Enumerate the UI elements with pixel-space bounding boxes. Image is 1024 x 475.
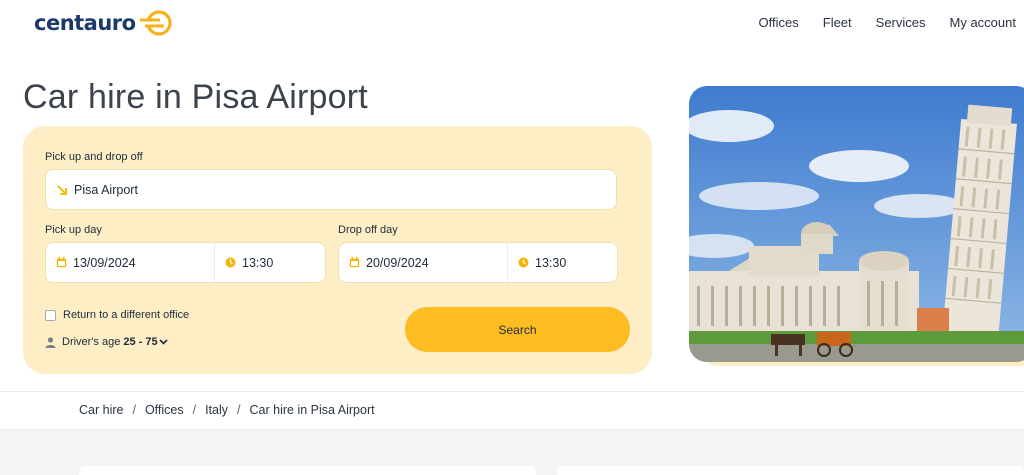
pisa-illustration — [689, 86, 1024, 362]
content-panel-left — [79, 466, 536, 475]
breadcrumb-italy[interactable]: Italy — [205, 403, 228, 417]
calendar-icon — [349, 257, 360, 268]
age-value: 25 - 75 — [123, 336, 158, 348]
location-field[interactable]: Pisa Airport — [45, 169, 617, 210]
breadcrumb-separator: / — [237, 403, 241, 417]
arrow-down-right-icon — [56, 184, 68, 196]
dropoff-time-field[interactable]: 13:30 — [507, 243, 617, 282]
nav-offices[interactable]: Offices — [759, 15, 799, 30]
content-panel-right — [557, 466, 1024, 475]
dropoff-date-field[interactable]: 20/09/2024 — [339, 243, 507, 282]
breadcrumb: Car hire / Offices / Italy / Car hire in… — [0, 391, 1024, 430]
dropoff-label: Drop off day — [338, 224, 398, 236]
breadcrumb-separator: / — [192, 403, 197, 417]
logo[interactable]: centauro — [34, 9, 174, 37]
pickup-time-field[interactable]: 13:30 — [214, 243, 325, 282]
age-label: Driver's age — [62, 336, 121, 348]
hero-photo-pisa — [689, 86, 1024, 362]
clock-icon — [518, 257, 529, 268]
chevron-down-icon — [159, 339, 168, 345]
dropoff-datetime-field: 20/09/2024 13:30 — [338, 242, 618, 283]
breadcrumb-offices[interactable]: Offices — [145, 403, 184, 417]
pickup-date-field[interactable]: 13/09/2024 — [46, 243, 214, 282]
pickup-date: 13/09/2024 — [73, 255, 136, 270]
calendar-icon — [56, 257, 67, 268]
pickup-datetime-field: 13/09/2024 13:30 — [45, 242, 326, 283]
page-title: Car hire in Pisa Airport — [23, 78, 368, 116]
dropoff-date: 20/09/2024 — [366, 255, 429, 270]
nav-services[interactable]: Services — [876, 15, 926, 30]
site-header: centauro Offices Fleet Services My accou… — [0, 0, 1024, 50]
main-nav: Offices Fleet Services My account — [759, 15, 1016, 30]
logo-mark-icon — [137, 10, 172, 36]
person-icon — [45, 336, 56, 348]
location-value: Pisa Airport — [74, 182, 138, 197]
logo-text: centauro — [34, 11, 136, 35]
return-label: Return to a different office — [63, 309, 190, 321]
dropoff-time: 13:30 — [535, 255, 567, 270]
search-button[interactable]: Search — [405, 307, 630, 352]
return-checkbox[interactable] — [45, 309, 56, 321]
drivers-age-selector[interactable]: Driver's age 25 - 75 — [45, 336, 168, 348]
breadcrumb-car-hire[interactable]: Car hire — [79, 403, 123, 417]
clock-icon — [225, 257, 236, 268]
breadcrumb-current: Car hire in Pisa Airport — [249, 403, 375, 417]
pickup-label: Pick up day — [45, 224, 102, 236]
nav-fleet[interactable]: Fleet — [823, 15, 852, 30]
location-label: Pick up and drop off — [45, 151, 143, 163]
breadcrumb-separator: / — [132, 403, 136, 417]
pickup-time: 13:30 — [242, 255, 274, 270]
nav-my-account[interactable]: My account — [950, 15, 1016, 30]
return-different-office[interactable]: Return to a different office — [45, 309, 189, 321]
search-form-card: Pick up and drop off Pisa Airport Pick u… — [23, 126, 652, 374]
